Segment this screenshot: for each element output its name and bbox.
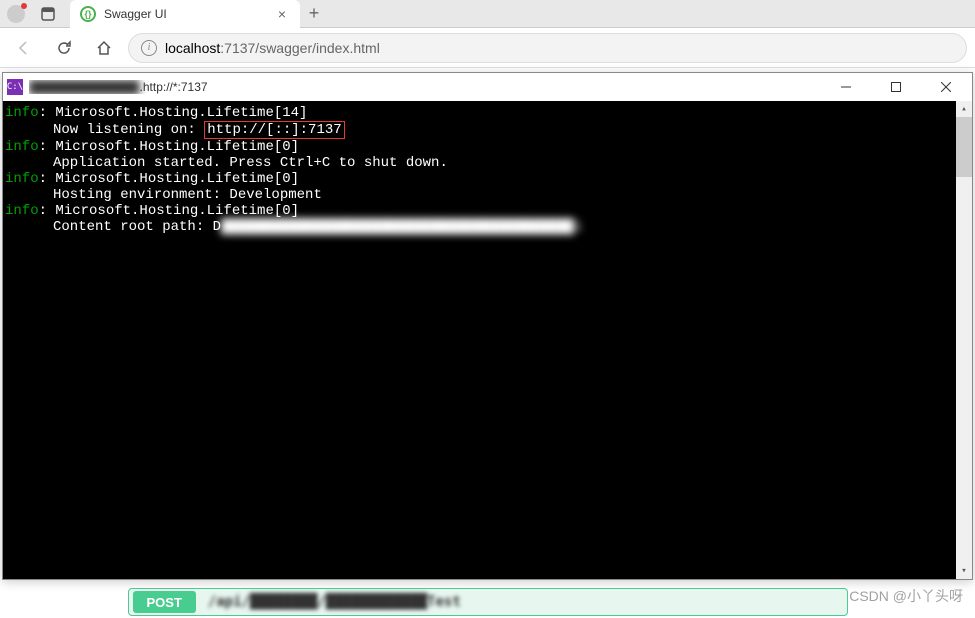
- scroll-down-button[interactable]: ▾: [956, 563, 972, 579]
- window-close-button[interactable]: [924, 73, 968, 101]
- home-button[interactable]: [88, 32, 120, 64]
- site-info-icon[interactable]: i: [141, 40, 157, 56]
- profile-avatar-icon: [7, 5, 25, 23]
- log-line: info: Microsoft.Hosting.Lifetime[0]: [3, 171, 972, 187]
- log-source: Microsoft.Hosting.Lifetime[0]: [55, 139, 299, 155]
- profile-button[interactable]: [0, 0, 32, 28]
- address-bar-input[interactable]: i localhost:7137/swagger/index.html: [128, 33, 967, 63]
- tabs-overview-icon: [41, 7, 55, 21]
- maximize-button[interactable]: [874, 73, 918, 101]
- swagger-content: POST /api/████████/████████████Test: [0, 580, 975, 618]
- close-icon: [941, 82, 951, 92]
- scroll-up-button[interactable]: ▴: [956, 101, 972, 117]
- refresh-button[interactable]: [48, 32, 80, 64]
- home-icon: [96, 40, 112, 56]
- console-title: █████████████.http://*:7137: [29, 80, 818, 94]
- scroll-thumb[interactable]: [956, 117, 972, 177]
- maximize-icon: [891, 82, 901, 92]
- log-source: Microsoft.Hosting.Lifetime[14]: [55, 105, 307, 121]
- tab-actions-button[interactable]: [32, 0, 64, 28]
- swagger-favicon-icon: {}: [80, 6, 96, 22]
- log-level: info: [5, 171, 39, 187]
- log-line: info: Microsoft.Hosting.Lifetime[0]: [3, 203, 972, 219]
- log-message: Now listening on: http://[::]:7137: [3, 121, 972, 139]
- console-window: C:\ █████████████.http://*:7137 info: Mi…: [2, 72, 973, 580]
- tab-title: Swagger UI: [104, 7, 266, 21]
- console-titlebar[interactable]: C:\ █████████████.http://*:7137: [3, 73, 972, 101]
- console-scrollbar[interactable]: ▴ ▾: [956, 101, 972, 579]
- log-message: Hosting environment: Development: [3, 187, 972, 203]
- log-line: info: Microsoft.Hosting.Lifetime[0]: [3, 139, 972, 155]
- log-line: info: Microsoft.Hosting.Lifetime[14]: [3, 105, 972, 121]
- browser-tab-strip: {} Swagger UI × +: [0, 0, 975, 28]
- log-level: info: [5, 105, 39, 121]
- url-text: localhost:7137/swagger/index.html: [165, 40, 380, 56]
- log-level: info: [5, 139, 39, 155]
- browser-toolbar: i localhost:7137/swagger/index.html: [0, 28, 975, 68]
- log-message: Application started. Press Ctrl+C to shu…: [3, 155, 972, 171]
- console-output: info: Microsoft.Hosting.Lifetime[14] Now…: [3, 101, 972, 579]
- console-app-icon: C:\: [7, 79, 23, 95]
- browser-tab[interactable]: {} Swagger UI ×: [70, 0, 300, 28]
- back-button[interactable]: [8, 32, 40, 64]
- listening-url-highlight: http://[::]:7137: [204, 121, 344, 139]
- minimize-icon: [841, 82, 851, 92]
- arrow-left-icon: [16, 40, 32, 56]
- http-method-badge: POST: [133, 591, 196, 613]
- log-level: info: [5, 203, 39, 219]
- swagger-endpoint-row[interactable]: POST /api/████████/████████████Test: [128, 588, 848, 616]
- log-source: Microsoft.Hosting.Lifetime[0]: [55, 171, 299, 187]
- new-tab-button[interactable]: +: [300, 0, 328, 28]
- log-message: Content root path: D████████████████████…: [3, 219, 972, 235]
- tab-close-button[interactable]: ×: [274, 6, 290, 22]
- endpoint-path: /api/████████/████████████Test: [208, 594, 461, 610]
- refresh-icon: [56, 40, 72, 56]
- log-source: Microsoft.Hosting.Lifetime[0]: [55, 203, 299, 219]
- minimize-button[interactable]: [824, 73, 868, 101]
